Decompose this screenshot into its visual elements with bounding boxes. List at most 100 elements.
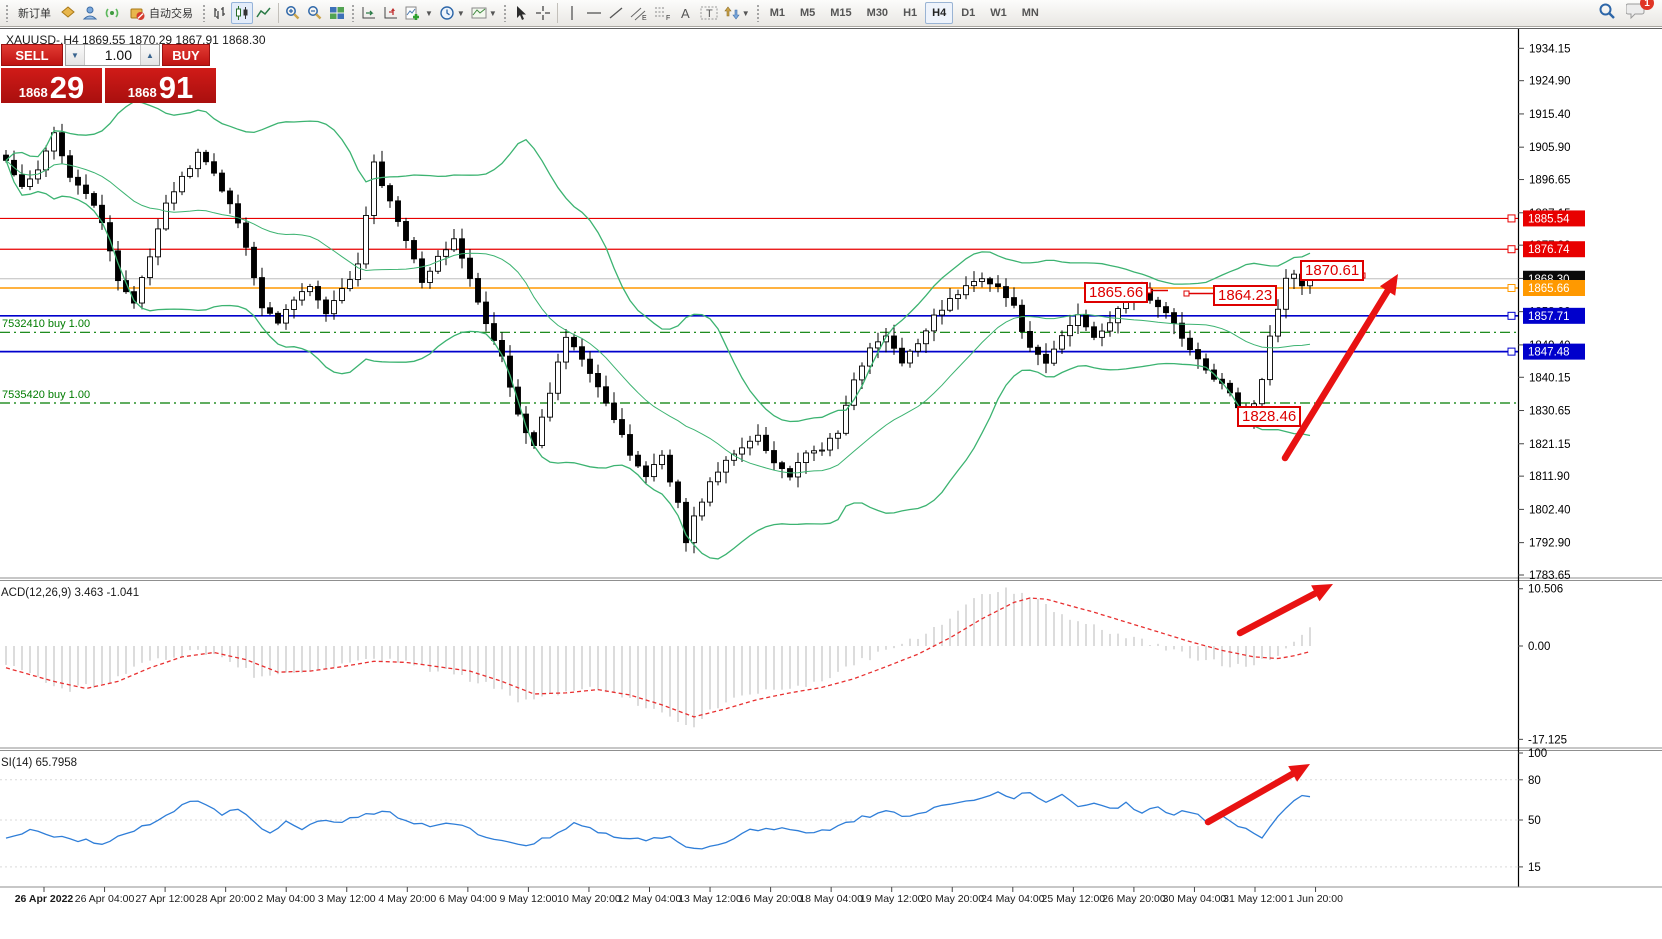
sell-button[interactable]: SELL — [1, 44, 63, 66]
label-icon[interactable]: T — [697, 2, 721, 24]
market-watch-icon[interactable] — [57, 2, 79, 24]
level-handle[interactable] — [1508, 246, 1515, 253]
toolbar-grip[interactable] — [5, 4, 9, 22]
timeframe-m1[interactable]: M1 — [763, 2, 792, 24]
panel-frames — [0, 29, 1662, 887]
time-tick: 27 Apr 12:00 — [135, 893, 195, 905]
text-icon[interactable]: A — [675, 2, 697, 24]
level-handle[interactable] — [1508, 348, 1515, 355]
time-tick: 31 May 12:00 — [1223, 893, 1287, 905]
rsi-scale-tick: 15 — [1528, 862, 1541, 874]
sell-price-big: 29 — [50, 74, 84, 103]
new-order-button[interactable]: 新订单 — [12, 2, 57, 24]
price-label: 1847.48 — [1528, 347, 1570, 359]
svg-text:A: A — [681, 6, 690, 21]
time-axis[interactable]: 26 Apr 202226 Apr 04:0027 Apr 12:0028 Ap… — [15, 887, 1343, 905]
search-icon[interactable] — [1598, 2, 1616, 25]
timeframe-m30[interactable]: M30 — [860, 2, 895, 24]
time-tick: 13 May 12:00 — [678, 893, 742, 905]
svg-text:T: T — [706, 8, 713, 20]
toolbar-grip[interactable] — [351, 4, 355, 22]
community-icon[interactable] — [79, 2, 101, 24]
timeframe-h1[interactable]: H1 — [896, 2, 924, 24]
toolbar-grip[interactable] — [503, 4, 507, 22]
level-handle[interactable] — [1508, 285, 1515, 292]
level-handle[interactable] — [1508, 312, 1515, 319]
channel-icon[interactable]: E — [627, 2, 651, 24]
timeframe-m15[interactable]: M15 — [823, 2, 858, 24]
new-chart-button[interactable]: ▼ — [402, 2, 436, 24]
auto-trading-icon — [129, 5, 145, 21]
notification-badge: 1 — [1640, 0, 1654, 10]
periods-button[interactable]: ▼ — [436, 2, 468, 24]
bollinger-upper — [6, 102, 1310, 422]
time-tick: 19 May 12:00 — [860, 893, 924, 905]
line-chart-icon[interactable] — [253, 2, 275, 24]
auto-scroll-icon[interactable] — [358, 2, 380, 24]
rsi-scale-tick: 100 — [1528, 748, 1547, 760]
horizontal-line-icon[interactable] — [583, 2, 605, 24]
price-tick: 1905.90 — [1529, 142, 1571, 154]
price-annotation[interactable]: 1864.23 — [1213, 285, 1277, 306]
timeframe-w1[interactable]: W1 — [983, 2, 1014, 24]
chat-icon[interactable]: 1 — [1626, 2, 1646, 24]
crosshair-icon[interactable] — [532, 2, 554, 24]
fibonacci-icon[interactable]: F — [651, 2, 675, 24]
sell-price[interactable]: 1868 29 — [1, 68, 102, 103]
timeframe-m5[interactable]: M5 — [793, 2, 822, 24]
time-tick: 12 May 04:00 — [618, 893, 682, 905]
bollinger-lower — [6, 160, 1310, 559]
svg-text:E: E — [642, 15, 647, 21]
buy-price[interactable]: 1868 91 — [105, 68, 216, 103]
rsi-indicator-label: SI(14) 65.7958 — [1, 757, 77, 769]
timeframe-h4[interactable]: H4 — [925, 2, 953, 24]
chevron-down-icon: ▼ — [457, 9, 465, 18]
time-tick: 26 Apr 04:00 — [75, 893, 135, 905]
macd-scale-tick: 10.506 — [1528, 584, 1563, 596]
price-annotation[interactable]: 1870.61 — [1300, 260, 1364, 281]
macd-indicator-label: ACD(12,26,9) 3.463 -1.041 — [1, 587, 139, 599]
position-label: 7535420 buy 1.00 — [2, 389, 90, 401]
tile-windows-icon[interactable] — [326, 2, 348, 24]
vertical-line-icon[interactable] — [561, 2, 583, 24]
macd-scale-tick: -17.125 — [1528, 734, 1567, 746]
chart-shift-icon[interactable] — [380, 2, 402, 24]
auto-trading-button[interactable]: 自动交易 — [123, 2, 199, 24]
toolbar-grip[interactable] — [202, 4, 206, 22]
signals-icon[interactable] — [101, 2, 123, 24]
zoom-out-icon[interactable] — [304, 2, 326, 24]
toolbar-grip[interactable] — [756, 4, 760, 22]
bar-chart-icon[interactable] — [209, 2, 231, 24]
timeframe-d1[interactable]: D1 — [954, 2, 982, 24]
price-annotation[interactable]: 1828.46 — [1237, 406, 1301, 427]
main-toolbar: 新订单 自动交易 ▼ ▼ — [0, 0, 1662, 27]
price-axis[interactable]: 1934.151924.901915.401905.901896.651887.… — [1508, 43, 1585, 582]
shapes-button[interactable]: ▼ — [721, 2, 753, 24]
chart-canvas[interactable]: 1934.151924.901915.401905.901896.651887.… — [0, 0, 1662, 939]
cursor-icon[interactable] — [510, 2, 532, 24]
trendline-icon[interactable] — [605, 2, 627, 24]
toolbar-separator — [557, 3, 558, 23]
chevron-down-icon: ▼ — [489, 9, 497, 18]
timeframe-mn[interactable]: MN — [1015, 2, 1046, 24]
volume-value[interactable]: 1.00 — [85, 45, 140, 65]
price-tick: 1802.40 — [1529, 504, 1571, 516]
time-tick: 18 May 04:00 — [799, 893, 863, 905]
time-tick: 3 May 12:00 — [318, 893, 376, 905]
volume-increase-button[interactable]: ▲ — [140, 45, 159, 65]
templates-button[interactable]: ▼ — [468, 2, 500, 24]
volume-decrease-button[interactable]: ▼ — [66, 45, 85, 65]
trend-arrow[interactable] — [1240, 593, 1315, 633]
price-tick: 1783.65 — [1529, 570, 1571, 582]
rsi-levels — [0, 780, 1518, 867]
level-handle[interactable] — [1508, 215, 1515, 222]
price-annotation[interactable]: 1865.66 — [1084, 282, 1148, 303]
buy-button[interactable]: BUY — [162, 44, 210, 66]
time-tick: 30 May 04:00 — [1163, 893, 1227, 905]
time-tick: 2 May 04:00 — [257, 893, 315, 905]
price-tick: 1792.90 — [1529, 538, 1571, 550]
zoom-in-icon[interactable] — [282, 2, 304, 24]
time-tick: 20 May 20:00 — [920, 893, 984, 905]
candlestick-icon[interactable] — [231, 2, 253, 24]
rsi-axis: 100805015 — [1518, 748, 1547, 874]
